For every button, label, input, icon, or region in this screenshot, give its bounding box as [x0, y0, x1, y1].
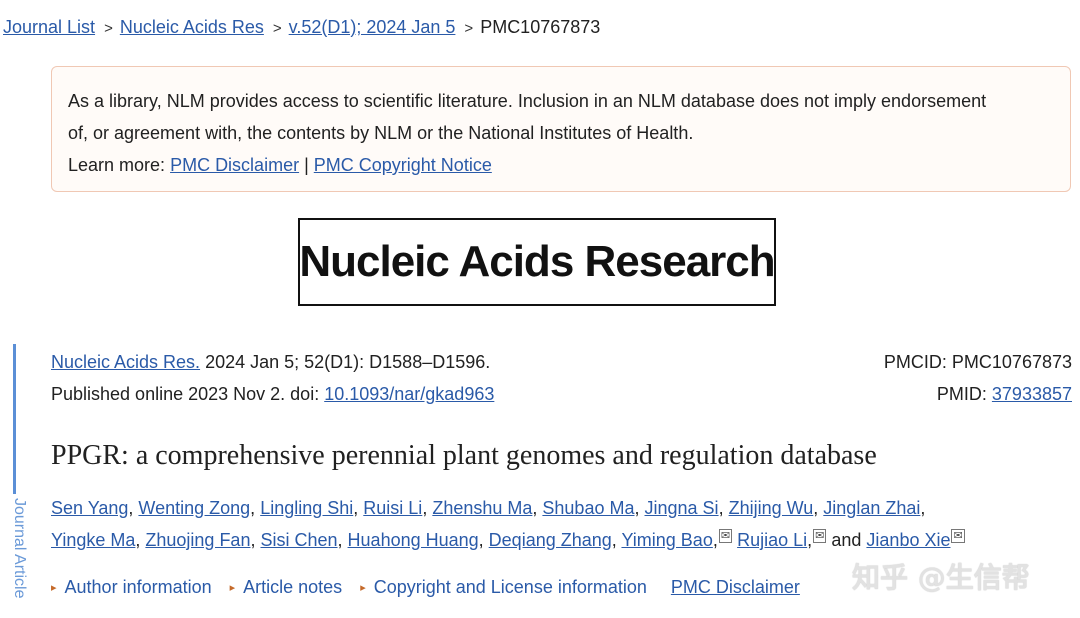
author-row-2: Yingke Ma, Zhuojing Fan, Sisi Chen, Huah…	[51, 524, 1061, 556]
author-link[interactable]: Jianbo Xie	[866, 530, 950, 550]
breadcrumb-separator: >	[272, 20, 282, 37]
email-icon[interactable]: ✉	[951, 529, 965, 543]
author-link[interactable]: Huahong Huang	[348, 530, 479, 550]
article-title: PPGR: a comprehensive perennial plant ge…	[51, 440, 877, 471]
breadcrumb-journal-link[interactable]: Nucleic Acids Res	[120, 17, 264, 37]
author-link[interactable]: Yiming Bao	[621, 530, 712, 550]
side-accent-bar	[13, 344, 16, 494]
author-separator: ,	[718, 498, 729, 518]
author-link[interactable]: Jingna Si	[645, 498, 719, 518]
author-information-label: Author information	[64, 577, 212, 597]
expand-triangle-icon: ▸	[51, 582, 57, 594]
author-separator: ,	[250, 498, 261, 518]
author-separator: ,	[634, 498, 645, 518]
pmid-link[interactable]: 37933857	[992, 384, 1072, 404]
author-link[interactable]: Rujiao Li	[737, 530, 807, 550]
pmid-line: PMID: 37933857	[884, 378, 1072, 410]
learn-more-label: Learn more:	[68, 155, 171, 175]
journal-banner-title: Nucleic Acids Research	[299, 237, 775, 286]
article-identifiers: PMCID: PMC10767873 PMID: 37933857	[884, 346, 1072, 410]
pmc-copyright-notice-link[interactable]: PMC Copyright Notice	[314, 155, 492, 175]
author-separator: ,	[353, 498, 364, 518]
notice-learn-more: Learn more: PMC Disclaimer | PMC Copyrig…	[68, 149, 1054, 181]
pmcid-text: PMCID: PMC10767873	[883, 352, 1072, 372]
citation-line-1: Nucleic Acids Res. 2024 Jan 5; 52(D1): D…	[51, 346, 494, 378]
citation-block: Nucleic Acids Res. 2024 Jan 5; 52(D1): D…	[51, 346, 494, 410]
author-link[interactable]: Yingke Ma	[51, 530, 135, 550]
author-separator: ,	[920, 498, 926, 518]
watermark: 知乎 @生信帮	[852, 561, 1030, 594]
pmid-label: PMID:	[936, 384, 992, 404]
author-separator: ,	[135, 530, 146, 550]
expand-triangle-icon: ▸	[360, 582, 366, 594]
author-information-toggle[interactable]: ▸ Author information	[51, 577, 212, 597]
breadcrumb-current: PMC10767873	[480, 17, 601, 37]
author-separator: ,	[128, 498, 139, 518]
pmc-disclaimer-link[interactable]: PMC Disclaimer	[170, 155, 299, 175]
author-separator: ,	[337, 530, 348, 550]
article-expanders: ▸ Author information ▸ Article notes ▸ Copyri…	[51, 571, 800, 604]
article-notes-label: Article notes	[243, 577, 343, 597]
author-link[interactable]: Wenting Zong	[138, 498, 250, 518]
author-link[interactable]: Zhenshu Ma	[432, 498, 532, 518]
doi-link[interactable]: 10.1093/nar/gkad963	[324, 384, 494, 404]
author-link[interactable]: Shubao Ma	[542, 498, 634, 518]
author-conjunction: and	[826, 530, 867, 550]
breadcrumb-issue-link[interactable]: v.52(D1); 2024 Jan 5	[289, 17, 456, 37]
author-row-1: Sen Yang, Wenting Zong, Lingling Shi, Ru…	[51, 492, 1061, 524]
breadcrumb-separator: >	[464, 20, 474, 37]
author-separator: ,	[807, 530, 813, 550]
copyright-license-label: Copyright and License information	[373, 577, 647, 597]
journal-abbrev-link[interactable]: Nucleic Acids Res.	[51, 352, 200, 372]
author-link[interactable]: Ruisi Li	[363, 498, 422, 518]
copyright-license-toggle[interactable]: ▸ Copyright and License information	[360, 577, 647, 597]
author-list: Sen Yang, Wenting Zong, Lingling Shi, Ru…	[51, 492, 1061, 556]
email-icon[interactable]: ✉	[813, 529, 827, 543]
author-separator: ,	[250, 530, 261, 550]
article-notes-toggle[interactable]: ▸ Article notes	[230, 577, 343, 597]
citation-line-2: Published online 2023 Nov 2. doi: 10.109…	[51, 378, 494, 410]
notice-text-line-2: of, or agreement with, the contents by N…	[68, 123, 694, 143]
notice-text-line-1: As a library, NLM provides access to sci…	[68, 91, 987, 111]
author-separator: ,	[422, 498, 433, 518]
author-link[interactable]: Sen Yang	[51, 498, 128, 518]
author-separator: ,	[712, 530, 718, 550]
breadcrumb-separator: >	[104, 20, 113, 37]
expand-triangle-icon: ▸	[229, 582, 236, 594]
author-separator: ,	[813, 498, 824, 518]
author-link[interactable]: Zhijing Wu	[729, 498, 814, 518]
disclaimer-notice: As a library, NLM provides access to sci…	[51, 66, 1071, 192]
author-separator: ,	[532, 498, 543, 518]
author-link[interactable]: Zhuojing Fan	[145, 530, 250, 550]
author-link[interactable]: Sisi Chen	[260, 530, 337, 550]
author-separator: ,	[478, 530, 489, 550]
notice-divider: |	[299, 155, 314, 175]
journal-banner[interactable]: Nucleic Acids Research	[298, 218, 776, 306]
published-online-text: Published online 2023 Nov 2. doi:	[51, 384, 325, 404]
author-separator: ,	[611, 530, 622, 550]
author-link[interactable]: Jinglan Zhai	[823, 498, 920, 518]
breadcrumb-journal-list-link[interactable]: Journal List	[3, 17, 95, 37]
breadcrumb: Journal List > Nucleic Acids Res > v.52(D1);…	[3, 15, 600, 41]
author-link[interactable]: Lingling Shi	[260, 498, 353, 518]
email-icon[interactable]: ✉	[718, 529, 733, 543]
article-type-label: Journal Article	[11, 498, 28, 599]
pmc-disclaimer-link[interactable]: PMC Disclaimer	[671, 577, 800, 597]
author-link[interactable]: Deqiang Zhang	[489, 530, 612, 550]
citation-details: 2024 Jan 5; 52(D1): D1588–D1596.	[200, 352, 491, 372]
